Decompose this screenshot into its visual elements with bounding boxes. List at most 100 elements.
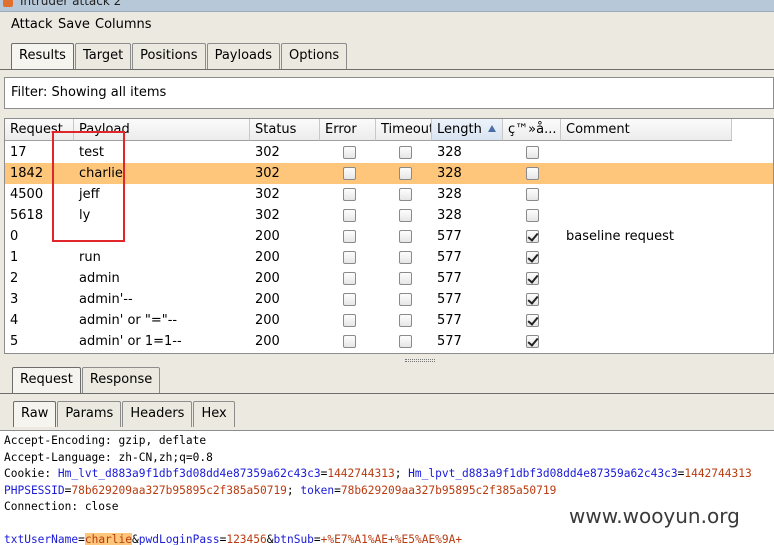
timeout-checkbox[interactable] (399, 209, 412, 222)
param-value: +%E7%A1%AE+%E5%AE%9A+ (320, 533, 463, 545)
tab-target[interactable]: Target (74, 43, 132, 69)
cell-payload: charlie (79, 166, 123, 181)
table-row[interactable]: 5618 ly 302 328 (5, 205, 773, 226)
timeout-checkbox[interactable] (399, 251, 412, 264)
timeout-cell (376, 247, 432, 268)
cell-comment (561, 331, 732, 352)
error-checkbox[interactable] (343, 314, 356, 327)
timeout-checkbox[interactable] (399, 167, 412, 180)
cell-payload: admin' or "="-- (79, 313, 178, 328)
cell-request: 2 (10, 271, 19, 286)
tab-response[interactable]: Response (81, 367, 161, 393)
view-tabs: Raw Params Headers Hex (13, 401, 236, 427)
timeout-cell (376, 310, 432, 331)
filter-bar[interactable]: Filter: Showing all items (4, 77, 774, 109)
cell-status: 200 (255, 229, 280, 244)
table-row[interactable]: 3 admin'-- 200 577 (5, 289, 773, 310)
match-checkbox[interactable] (526, 146, 539, 159)
match-checkbox[interactable] (526, 293, 539, 306)
col-timeout[interactable]: Timeout (376, 119, 432, 141)
cell-status: 200 (255, 292, 280, 307)
table-row[interactable]: 4 admin' or "="-- 200 577 (5, 310, 773, 331)
app-icon (3, 0, 13, 7)
table-row[interactable]: 1 run 200 577 (5, 247, 773, 268)
match-checkbox[interactable] (526, 314, 539, 327)
filter-text: Filter: Showing all items (11, 85, 167, 100)
table-body: 17 test 302 328 1842 charlie 302 328 4500 jeff 302… (5, 142, 773, 352)
cell-request: 5 (10, 334, 19, 349)
col-payload[interactable]: Payload (74, 119, 250, 141)
table-row[interactable]: 2 admin 200 577 (5, 268, 773, 289)
tab-positions[interactable]: Positions (132, 43, 206, 69)
match-checkbox[interactable] (526, 209, 539, 222)
match-checkbox[interactable] (526, 188, 539, 201)
tab-raw[interactable]: Raw (13, 401, 57, 427)
error-checkbox[interactable] (343, 272, 356, 285)
table-row[interactable]: 0 200 577 baseline request (5, 226, 773, 247)
menu-bar: Attack Save Columns (0, 12, 774, 38)
col-error[interactable]: Error (320, 119, 376, 141)
tab-params[interactable]: Params (57, 401, 122, 427)
col-request[interactable]: Request (5, 119, 74, 141)
cell-payload: admin (79, 271, 120, 286)
match-checkbox[interactable] (526, 335, 539, 348)
payload-highlight: charlie (84, 533, 132, 545)
cookie-value: 78b629209aa327b95895c2f385a50719 (340, 483, 557, 497)
cell-comment (561, 289, 732, 310)
timeout-checkbox[interactable] (399, 293, 412, 306)
timeout-checkbox[interactable] (399, 188, 412, 201)
tab-hex[interactable]: Hex (193, 401, 235, 427)
timeout-cell (376, 205, 432, 226)
error-checkbox[interactable] (343, 293, 356, 306)
menu-attack[interactable]: Attack (11, 17, 53, 32)
error-checkbox[interactable] (343, 209, 356, 222)
col-login[interactable]: ç™»å... (503, 119, 561, 141)
error-checkbox[interactable] (343, 146, 356, 159)
match-checkbox[interactable] (526, 251, 539, 264)
watermark: www.wooyun.org (569, 504, 740, 528)
match-checkbox[interactable] (526, 230, 539, 243)
tab-options[interactable]: Options (281, 43, 348, 69)
cell-status: 200 (255, 271, 280, 286)
table-row[interactable]: 1842 charlie 302 328 (5, 163, 773, 184)
cookie-name: PHPSESSID (4, 483, 65, 497)
cell-comment (561, 247, 732, 268)
menu-save[interactable]: Save (58, 17, 90, 32)
splitter-handle[interactable] (405, 359, 435, 362)
match-cell (503, 289, 561, 310)
col-length-label: Length (437, 122, 482, 137)
match-checkbox[interactable] (526, 272, 539, 285)
timeout-cell (376, 226, 432, 247)
tab-divider (0, 69, 774, 70)
table-row[interactable]: 5 admin' or 1=1-- 200 577 (5, 331, 773, 352)
col-comment[interactable]: Comment (561, 119, 732, 141)
table-row[interactable]: 17 test 302 328 (5, 142, 773, 163)
error-checkbox[interactable] (343, 335, 356, 348)
window-title: Intruder attack 2 (20, 0, 122, 8)
error-checkbox[interactable] (343, 188, 356, 201)
error-checkbox[interactable] (343, 167, 356, 180)
tab-payloads[interactable]: Payloads (206, 43, 281, 69)
tab-request[interactable]: Request (12, 367, 81, 393)
timeout-checkbox[interactable] (399, 146, 412, 159)
error-cell (320, 331, 376, 352)
match-checkbox[interactable] (526, 167, 539, 180)
error-checkbox[interactable] (343, 230, 356, 243)
col-length[interactable]: Length (432, 119, 503, 141)
table-row[interactable]: 4500 jeff 302 328 (5, 184, 773, 205)
timeout-checkbox[interactable] (399, 335, 412, 348)
cell-comment: baseline request (566, 229, 674, 244)
cell-payload (74, 226, 250, 247)
timeout-checkbox[interactable] (399, 314, 412, 327)
cell-payload: admin' or 1=1-- (79, 334, 182, 349)
cell-request: 4 (10, 313, 19, 328)
header-line: Accept-Encoding: gzip, deflate (4, 434, 207, 447)
tab-results[interactable]: Results (11, 43, 74, 69)
timeout-checkbox[interactable] (399, 272, 412, 285)
timeout-checkbox[interactable] (399, 230, 412, 243)
error-cell (320, 289, 376, 310)
tab-headers[interactable]: Headers (122, 401, 193, 427)
menu-columns[interactable]: Columns (95, 17, 152, 32)
error-checkbox[interactable] (343, 251, 356, 264)
col-status[interactable]: Status (250, 119, 320, 141)
